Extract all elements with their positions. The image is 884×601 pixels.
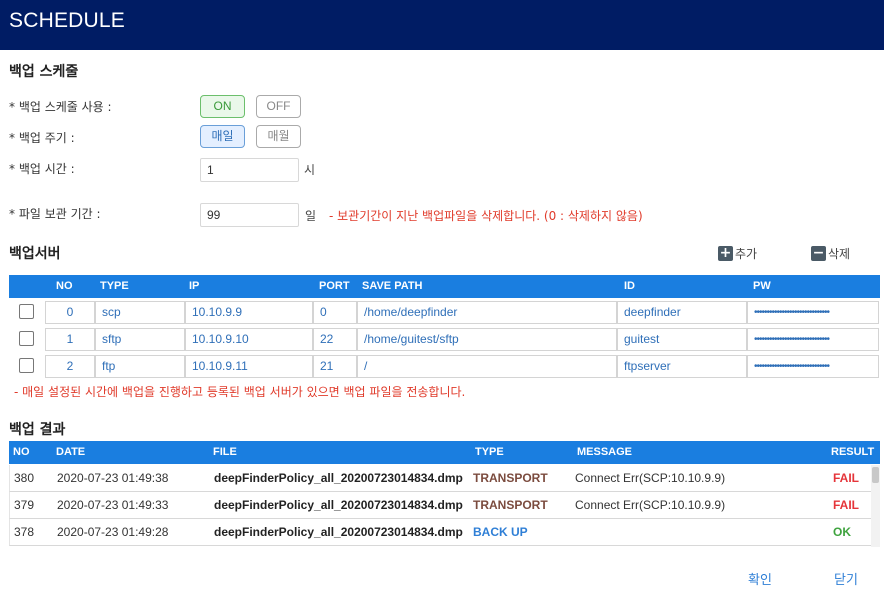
server-row: 2 ftp 10.10.9.11 21 / ftpserver ••••••••… bbox=[9, 354, 879, 380]
cycle-monthly-button[interactable]: 매월 bbox=[256, 125, 301, 148]
minus-icon: − bbox=[811, 245, 826, 261]
server-col-port: PORT bbox=[319, 280, 350, 292]
server-row-no: 2 bbox=[45, 355, 95, 378]
backup-result-title: 백업 결과 bbox=[9, 422, 66, 438]
server-row-ip[interactable]: 10.10.9.10 bbox=[185, 328, 313, 351]
result-row-no: 378 bbox=[14, 525, 35, 539]
result-row-status: FAIL bbox=[833, 498, 859, 512]
result-table-header: NO DATE FILE TYPE MESSAGE RESULT bbox=[9, 441, 880, 464]
backup-time-input[interactable]: 1 bbox=[200, 158, 299, 182]
server-row-no: 1 bbox=[45, 328, 95, 351]
result-row-message: Connect Err(SCP:10.10.9.9) bbox=[575, 498, 726, 512]
add-server-button[interactable]: + 추가 bbox=[718, 245, 757, 262]
result-row-file: deepFinderPolicy_all_20200723014834.dmp bbox=[214, 471, 463, 485]
server-row-type[interactable]: sftp bbox=[95, 328, 185, 351]
window-title: SCHEDULE bbox=[9, 9, 125, 32]
retention-note: - 보관기간이 지난 백업파일을 삭제합니다. (0 : 삭제하지 않음) bbox=[329, 209, 643, 223]
result-row-date: 2020-07-23 01:49:38 bbox=[57, 471, 169, 485]
result-scrollbar-thumb[interactable] bbox=[872, 467, 879, 483]
window-title-bar: SCHEDULE bbox=[0, 0, 884, 50]
server-row-pw[interactable]: •••••••••••••••••••••••••••••• bbox=[747, 301, 879, 324]
delete-server-button[interactable]: − 삭제 bbox=[811, 245, 850, 262]
server-row-checkbox[interactable] bbox=[19, 358, 34, 373]
result-col-message: MESSAGE bbox=[577, 446, 633, 458]
server-row-port[interactable]: 21 bbox=[313, 355, 357, 378]
backup-time-unit: 시 bbox=[304, 163, 316, 177]
server-row-type[interactable]: scp bbox=[95, 301, 185, 324]
result-col-result: RESULT bbox=[831, 446, 875, 458]
result-row[interactable]: 380 2020-07-23 01:49:38 deepFinderPolicy… bbox=[9, 465, 871, 492]
backup-schedule-title: 백업 스케줄 bbox=[9, 64, 79, 80]
server-row-port[interactable]: 0 bbox=[313, 301, 357, 324]
server-col-ip: IP bbox=[189, 280, 200, 292]
result-col-date: DATE bbox=[56, 446, 86, 458]
result-scrollbar[interactable] bbox=[871, 465, 880, 547]
result-col-no: NO bbox=[13, 446, 30, 458]
server-col-pw: PW bbox=[753, 280, 771, 292]
backup-time-label: * 백업 시간 : bbox=[9, 162, 75, 176]
add-server-label: 추가 bbox=[735, 247, 758, 261]
retention-label: * 파일 보관 기간 : bbox=[9, 207, 101, 221]
backup-cycle-label: * 백업 주기 : bbox=[9, 131, 75, 145]
server-col-id: ID bbox=[624, 280, 635, 292]
server-row-pw[interactable]: •••••••••••••••••••••••••••••• bbox=[747, 355, 879, 378]
result-col-type: TYPE bbox=[475, 446, 504, 458]
server-table-header: NO TYPE IP PORT SAVE PATH ID PW bbox=[9, 275, 880, 298]
result-row-status: FAIL bbox=[833, 471, 859, 485]
result-row-date: 2020-07-23 01:49:33 bbox=[57, 498, 169, 512]
result-row-message: Connect Err(SCP:10.10.9.9) bbox=[575, 471, 726, 485]
result-row-file: deepFinderPolicy_all_20200723014834.dmp bbox=[214, 498, 463, 512]
server-col-no: NO bbox=[56, 280, 73, 292]
server-row-id[interactable]: ftpserver bbox=[617, 355, 747, 378]
result-row-type: TRANSPORT bbox=[473, 471, 548, 485]
result-row[interactable]: 379 2020-07-23 01:49:33 deepFinderPolicy… bbox=[9, 492, 871, 519]
result-row-file: deepFinderPolicy_all_20200723014834.dmp bbox=[214, 525, 463, 539]
server-row-type[interactable]: ftp bbox=[95, 355, 185, 378]
schedule-off-button[interactable]: OFF bbox=[256, 95, 301, 118]
result-row-no: 379 bbox=[14, 498, 35, 512]
result-row-no: 380 bbox=[14, 471, 35, 485]
server-row: 0 scp 10.10.9.9 0 /home/deepfinder deepf… bbox=[9, 300, 879, 326]
server-note: - 매일 설정된 시간에 백업을 진행하고 등록된 백업 서버가 있으면 백업 … bbox=[14, 385, 466, 399]
server-row-path[interactable]: /home/guitest/sftp bbox=[357, 328, 617, 351]
server-row-path[interactable]: / bbox=[357, 355, 617, 378]
delete-server-label: 삭제 bbox=[828, 247, 851, 261]
server-row-id[interactable]: deepfinder bbox=[617, 301, 747, 324]
server-row-ip[interactable]: 10.10.9.9 bbox=[185, 301, 313, 324]
server-row-checkbox[interactable] bbox=[19, 304, 34, 319]
confirm-button[interactable]: 확인 bbox=[748, 569, 772, 588]
server-row-path[interactable]: /home/deepfinder bbox=[357, 301, 617, 324]
server-col-path: SAVE PATH bbox=[362, 280, 423, 292]
result-row-type: BACK UP bbox=[473, 525, 528, 539]
schedule-on-button[interactable]: ON bbox=[200, 95, 245, 118]
plus-icon: + bbox=[718, 245, 733, 261]
server-row-id[interactable]: guitest bbox=[617, 328, 747, 351]
result-row[interactable]: 378 2020-07-23 01:49:28 deepFinderPolicy… bbox=[9, 519, 871, 546]
server-row-pw[interactable]: •••••••••••••••••••••••••••••• bbox=[747, 328, 879, 351]
close-button[interactable]: 닫기 bbox=[834, 569, 858, 588]
schedule-use-label: * 백업 스케줄 사용 : bbox=[9, 100, 112, 114]
result-row-status: OK bbox=[833, 525, 851, 539]
cycle-daily-button[interactable]: 매일 bbox=[200, 125, 245, 148]
result-row-date: 2020-07-23 01:49:28 bbox=[57, 525, 169, 539]
server-col-type: TYPE bbox=[100, 280, 129, 292]
retention-unit: 일 bbox=[305, 209, 317, 223]
server-row-port[interactable]: 22 bbox=[313, 328, 357, 351]
server-row: 1 sftp 10.10.9.10 22 /home/guitest/sftp … bbox=[9, 327, 879, 353]
retention-input[interactable]: 99 bbox=[200, 203, 299, 227]
server-row-checkbox[interactable] bbox=[19, 331, 34, 346]
result-row-type: TRANSPORT bbox=[473, 498, 548, 512]
backup-server-title: 백업서버 bbox=[9, 246, 61, 262]
result-col-file: FILE bbox=[213, 446, 237, 458]
server-row-no: 0 bbox=[45, 301, 95, 324]
server-row-ip[interactable]: 10.10.9.11 bbox=[185, 355, 313, 378]
